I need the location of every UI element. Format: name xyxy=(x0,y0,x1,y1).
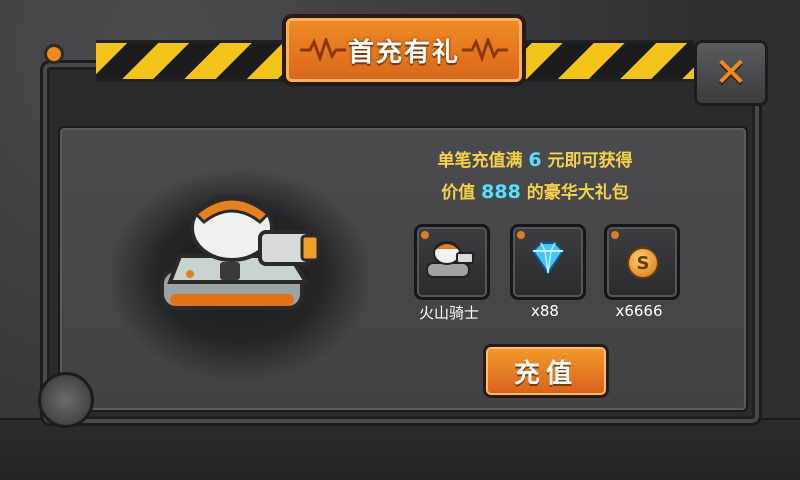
slot-tag-icon xyxy=(421,231,429,239)
dialog-title: 首充有礼 xyxy=(347,37,460,68)
reward-label: x6666 xyxy=(615,302,663,320)
slot-tag-icon xyxy=(517,231,525,239)
slot-tag-icon xyxy=(611,231,619,239)
offer-line-1: 单笔充值满 6 元即可获得 xyxy=(380,146,690,171)
title-plate: 首充有礼 xyxy=(282,14,526,86)
reward-slot-diamond[interactable] xyxy=(510,224,586,300)
offer-amount: 6 xyxy=(528,149,542,171)
offer-text: 单笔充值满 xyxy=(437,151,523,171)
offer-text: 价值 xyxy=(441,183,476,203)
floor-plate xyxy=(0,418,800,480)
tank-showcase xyxy=(110,170,370,380)
offer-value: 888 xyxy=(481,181,521,203)
close-icon: ✕ xyxy=(714,50,748,96)
reward-label: x88 xyxy=(531,302,559,320)
gear-icon xyxy=(38,372,94,428)
bolt-icon xyxy=(44,44,64,64)
charge-button[interactable]: 充值 xyxy=(483,344,609,398)
reward-label: 火山骑士 xyxy=(418,304,479,322)
tank-icon xyxy=(160,194,320,310)
reward-slot-coin[interactable]: S xyxy=(604,224,680,300)
wave-icon xyxy=(462,38,508,62)
coin-icon: S xyxy=(627,247,659,279)
close-button[interactable]: ✕ xyxy=(694,40,768,106)
offer-text: 的豪华大礼包 xyxy=(526,183,629,203)
reward-slot-tank[interactable] xyxy=(414,224,490,300)
offer-line-2: 价值 888 的豪华大礼包 xyxy=(380,178,690,203)
wave-icon xyxy=(300,38,346,62)
offer-text: 元即可获得 xyxy=(547,151,633,171)
